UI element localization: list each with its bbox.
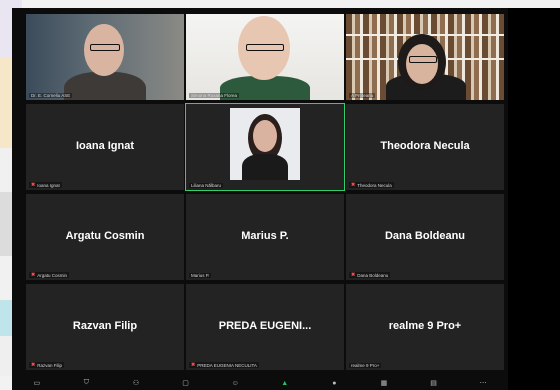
glasses	[90, 44, 120, 51]
muted-mic-icon: ✖	[351, 272, 356, 278]
participant-label: Dr. E. Corneliu ASE	[29, 93, 73, 98]
participant-label: Marius P.	[189, 273, 212, 278]
participant-figure	[64, 72, 146, 100]
participant-label: ✖ PREDA EUGENIA NECULITA	[189, 362, 259, 368]
active-speaker-tile[interactable]: Liliana Nălbaru	[185, 103, 345, 191]
participant-name: Dana Boldeanu	[384, 230, 466, 242]
meeting-toolbar: ▭ ⛉ ⚇ ▢ ☺ ▲ ● ▦ ▤ ⋯	[12, 376, 508, 390]
record-icon[interactable]: ●	[327, 380, 341, 387]
muted-mic-icon: ✖	[191, 362, 196, 368]
participant-label: A Pruteanu	[349, 93, 376, 98]
participant-name: Marius P.	[241, 230, 289, 242]
participant-figure	[406, 44, 438, 84]
muted-mic-icon: ✖	[31, 182, 36, 188]
participant-tile[interactable]: Dana Boldeanu ✖ Dana Boldeanu	[346, 194, 504, 280]
glasses	[246, 44, 284, 51]
participant-video	[230, 108, 300, 180]
glasses	[409, 56, 437, 63]
participant-label: Simona Roxana Florea	[189, 93, 240, 98]
participant-name: Theodora Necula	[380, 140, 470, 152]
participant-figure	[253, 120, 277, 152]
participant-label: ✖ Dana Boldeanu	[349, 272, 391, 278]
participant-name: PREDA EUGENI...	[218, 320, 312, 332]
participant-name: Razvan Filip	[72, 320, 138, 332]
shield-icon[interactable]: ⛉	[79, 379, 93, 387]
whiteboard-icon[interactable]: ▤	[427, 379, 441, 387]
participant-tile[interactable]: realme 9 Pro+ realme 9 Pro+	[346, 284, 504, 370]
participant-label: ✖ Ioana Ignat	[29, 182, 62, 188]
participant-tile[interactable]: Ioana Ignat ✖ Ioana Ignat	[26, 104, 184, 190]
more-icon[interactable]: ⋯	[476, 379, 490, 387]
participant-name: realme 9 Pro+	[388, 320, 462, 332]
participant-name: Ioana Ignat	[75, 140, 135, 152]
participant-tile[interactable]: Marius P. Marius P.	[186, 194, 344, 280]
participant-tile[interactable]: Argatu Cosmin ✖ Argatu Cosmin	[26, 194, 184, 280]
participant-video	[186, 14, 344, 100]
participant-video	[26, 14, 184, 100]
participant-name: Argatu Cosmin	[65, 230, 145, 242]
share-screen-icon[interactable]: ▲	[278, 380, 292, 387]
muted-mic-icon: ✖	[31, 272, 36, 278]
side-pane	[508, 8, 560, 390]
participant-tile[interactable]: PREDA EUGENI... ✖ PREDA EUGENIA NECULITA	[186, 284, 344, 370]
participants-icon[interactable]: ⚇	[129, 379, 143, 387]
participant-video	[346, 14, 504, 100]
video-tile[interactable]: Simona Roxana Florea	[186, 14, 344, 100]
participant-figure	[242, 154, 288, 180]
muted-mic-icon: ✖	[31, 362, 36, 368]
participant-tile[interactable]: Theodora Necula ✖ Theodora Necula	[346, 104, 504, 190]
participant-label: realme 9 Pro+	[349, 363, 382, 368]
chat-icon[interactable]: ▢	[179, 379, 193, 387]
video-tile[interactable]: A Pruteanu	[346, 14, 504, 100]
apps-icon[interactable]: ▦	[377, 379, 391, 387]
participant-tile[interactable]: Razvan Filip ✖ Razvan Filip	[26, 284, 184, 370]
muted-mic-icon: ✖	[351, 182, 356, 188]
participant-label: Liliana Nălbaru	[189, 183, 224, 188]
reactions-icon[interactable]: ☺	[228, 380, 242, 387]
participant-label: ✖ Theodora Necula	[349, 182, 394, 188]
participant-label: ✖ Razvan Filip	[29, 362, 64, 368]
participant-label: ✖ Argatu Cosmin	[29, 272, 69, 278]
video-tile[interactable]: Dr. E. Corneliu ASE	[26, 14, 184, 100]
camera-icon[interactable]: ▭	[30, 379, 44, 387]
